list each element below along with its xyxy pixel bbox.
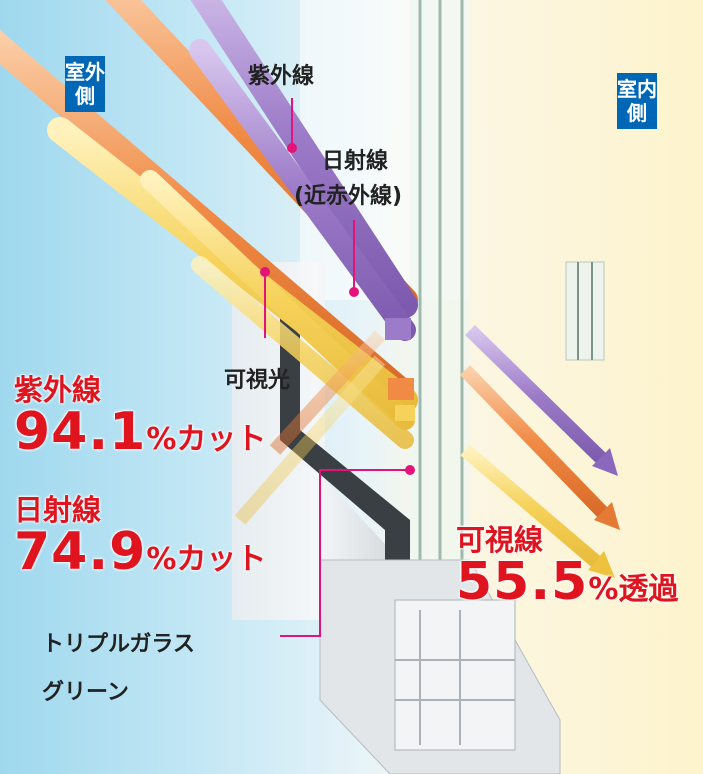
uv-leader-dot	[287, 143, 297, 153]
solar-absorb-block	[388, 378, 414, 400]
product-name-line1: トリプルガラス	[42, 632, 195, 657]
solar-stat: 日射線 74.9%カット	[14, 494, 266, 578]
visible-leader-dot	[260, 267, 270, 277]
outdoor-side-tag: 室外側	[65, 56, 105, 112]
uv-label: 紫外線	[248, 64, 315, 89]
illustration: 室外側 室内側 紫外線 日射線 (近赤外線) 可視光 トリプルガラス グリーン …	[0, 0, 703, 774]
product-name-line2: グリーン	[42, 680, 129, 705]
visible-stat-suffix: %透過	[588, 572, 679, 607]
visible-stat: 可視線 55.5%透過	[456, 524, 678, 608]
solar-stat-suffix: %カット	[146, 542, 267, 577]
solar-stat-value: 74.9	[14, 522, 147, 582]
frame-section	[394, 599, 516, 751]
uv-stat-value: 94.1	[14, 402, 147, 462]
solar-sub-label: (近赤外線)	[294, 184, 403, 209]
visible-stat-value: 55.5	[456, 552, 589, 612]
uv-stat-suffix: %カット	[146, 422, 267, 457]
uv-absorb-block	[385, 318, 411, 340]
solar-leader-dot	[349, 287, 359, 297]
solar-label: 日射線	[322, 149, 389, 174]
visible-absorb-block	[395, 405, 415, 421]
uv-stat: 紫外線 94.1%カット	[14, 374, 266, 458]
indoor-side-tag: 室内側	[617, 73, 657, 129]
glass-section-detail	[565, 261, 605, 361]
product-leader-dot	[405, 465, 415, 475]
